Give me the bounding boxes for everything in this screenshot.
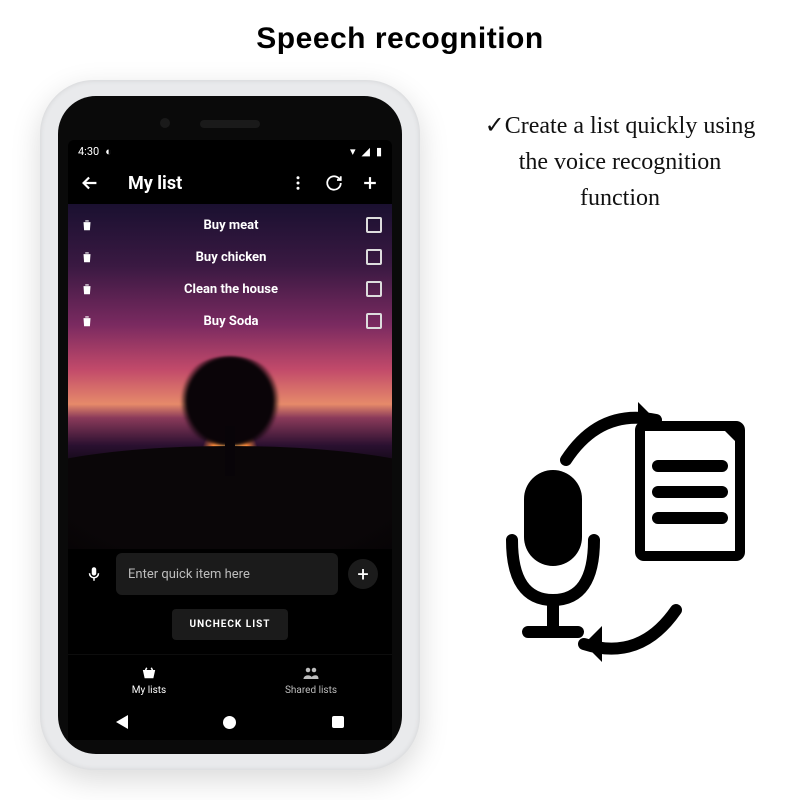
- more-menu-button[interactable]: [286, 171, 310, 195]
- uncheck-list-button[interactable]: UNCHECK LIST: [172, 609, 289, 640]
- caption-text: Create a list quickly using the voice re…: [505, 113, 756, 211]
- quick-add-button[interactable]: +: [348, 559, 378, 589]
- bottom-tabs: My lists Shared lists: [68, 654, 392, 704]
- nav-back-icon[interactable]: [116, 715, 128, 729]
- phone-speaker: [200, 120, 260, 128]
- trash-icon[interactable]: [78, 218, 96, 232]
- android-navbar: [68, 704, 392, 740]
- list-background: Buy meat Buy chicken Clean the house: [68, 204, 392, 549]
- list-item[interactable]: Buy meat: [78, 212, 382, 238]
- back-button[interactable]: [78, 171, 102, 195]
- list-item-label: Buy meat: [96, 218, 366, 233]
- nav-home-icon[interactable]: [223, 716, 236, 729]
- tab-label: My lists: [132, 685, 166, 696]
- phone-screen: 4:30 ◐ ▾ ◢ ▮ My list: [68, 140, 392, 740]
- mic-to-list-illustration: [480, 390, 750, 670]
- list-item[interactable]: Clean the house: [78, 276, 382, 302]
- quick-add-row: Enter quick item here +: [68, 553, 392, 595]
- list-item-label: Buy Soda: [96, 314, 366, 329]
- microphone-icon: [512, 470, 594, 632]
- document-icon: [640, 426, 742, 556]
- refresh-button[interactable]: [322, 171, 346, 195]
- feature-caption: ✓Create a list quickly using the voice r…: [480, 108, 760, 216]
- list-item[interactable]: Buy chicken: [78, 244, 382, 270]
- list-item-checkbox[interactable]: [366, 281, 382, 297]
- list-item-checkbox[interactable]: [366, 217, 382, 233]
- phone-camera: [160, 118, 170, 128]
- phone-frame: 4:30 ◐ ▾ ◢ ▮ My list: [40, 80, 420, 770]
- tab-label: Shared lists: [285, 685, 337, 696]
- basket-icon: [140, 664, 158, 682]
- signal-icon: ◢: [361, 145, 369, 158]
- list-title: My list: [114, 173, 274, 194]
- trash-icon[interactable]: [78, 314, 96, 328]
- people-icon: [302, 664, 320, 682]
- task-list: Buy meat Buy chicken Clean the house: [68, 208, 392, 338]
- battery-icon: ▮: [376, 145, 382, 158]
- wifi-icon: ▾: [350, 145, 356, 158]
- list-item-label: Clean the house: [96, 282, 366, 297]
- tab-my-lists[interactable]: My lists: [68, 655, 230, 704]
- voice-input-button[interactable]: [82, 562, 106, 586]
- nav-recent-icon[interactable]: [332, 716, 344, 728]
- trash-icon[interactable]: [78, 250, 96, 264]
- list-item-checkbox[interactable]: [366, 313, 382, 329]
- list-item[interactable]: Buy Soda: [78, 308, 382, 334]
- add-button[interactable]: [358, 171, 382, 195]
- status-bar: 4:30 ◐ ▾ ◢ ▮: [68, 140, 392, 162]
- list-item-checkbox[interactable]: [366, 249, 382, 265]
- trash-icon[interactable]: [78, 282, 96, 296]
- app-topbar: My list: [68, 162, 392, 204]
- check-icon: ✓: [485, 113, 505, 139]
- quick-item-input[interactable]: Enter quick item here: [116, 553, 338, 595]
- quick-item-placeholder: Enter quick item here: [128, 567, 250, 582]
- list-item-label: Buy chicken: [96, 250, 366, 265]
- page-title: Speech recognition: [0, 0, 800, 56]
- tab-shared-lists[interactable]: Shared lists: [230, 655, 392, 704]
- status-time: 4:30: [78, 145, 99, 158]
- status-app-icon: ◐: [105, 145, 112, 158]
